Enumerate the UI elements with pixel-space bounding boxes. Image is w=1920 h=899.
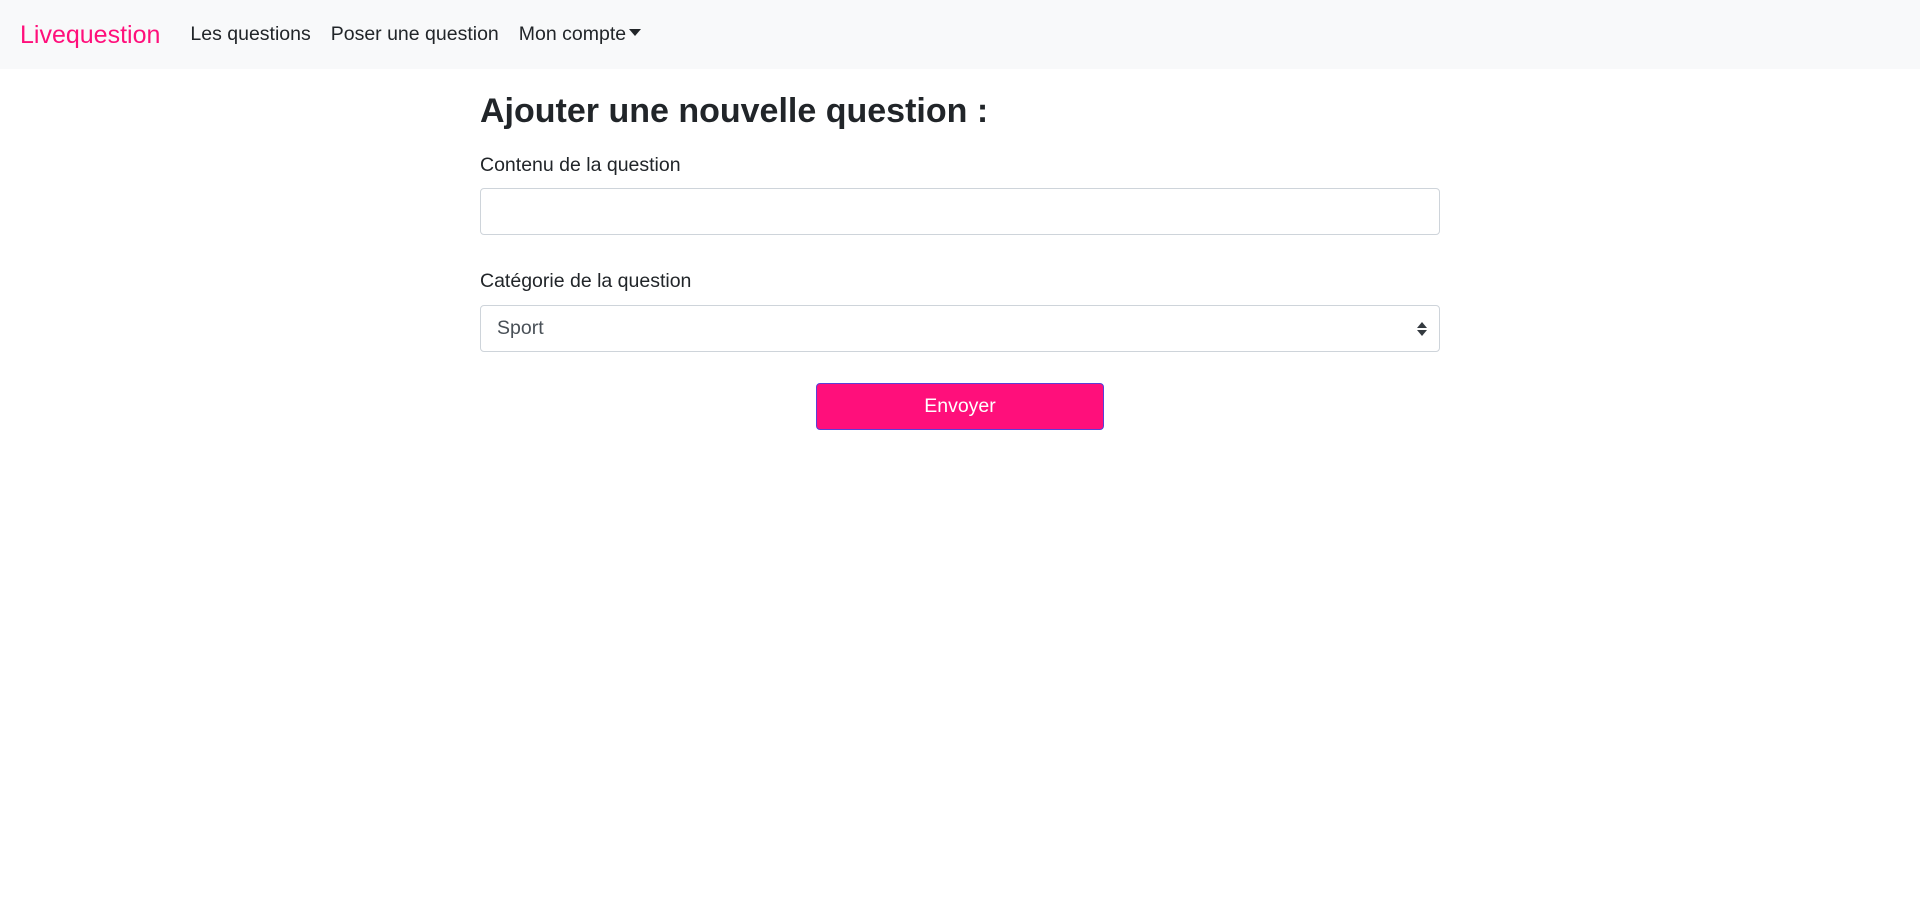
nav-dropdown-account-label: Mon compte <box>518 23 627 45</box>
page-title: Ajouter une nouvelle question : <box>480 92 989 130</box>
nav-link-questions[interactable]: Les questions <box>190 23 310 46</box>
content-label: Contenu de la question <box>480 154 681 176</box>
question-content-input[interactable] <box>480 188 1440 235</box>
caret-down-icon <box>629 29 642 36</box>
submit-button[interactable]: Envoyer <box>816 383 1104 430</box>
select-arrows-icon <box>1417 322 1427 336</box>
brand-link[interactable]: Livequestion <box>20 23 160 48</box>
category-label: Catégorie de la question <box>480 270 692 292</box>
nav-link-ask-question[interactable]: Poser une question <box>331 23 499 46</box>
category-select[interactable]: Sport <box>480 305 1440 352</box>
category-select-value: Sport <box>497 317 544 339</box>
nav-dropdown-account[interactable]: Mon compte <box>518 23 642 46</box>
top-navbar: Livequestion Les questions Poser une que… <box>0 0 1920 69</box>
